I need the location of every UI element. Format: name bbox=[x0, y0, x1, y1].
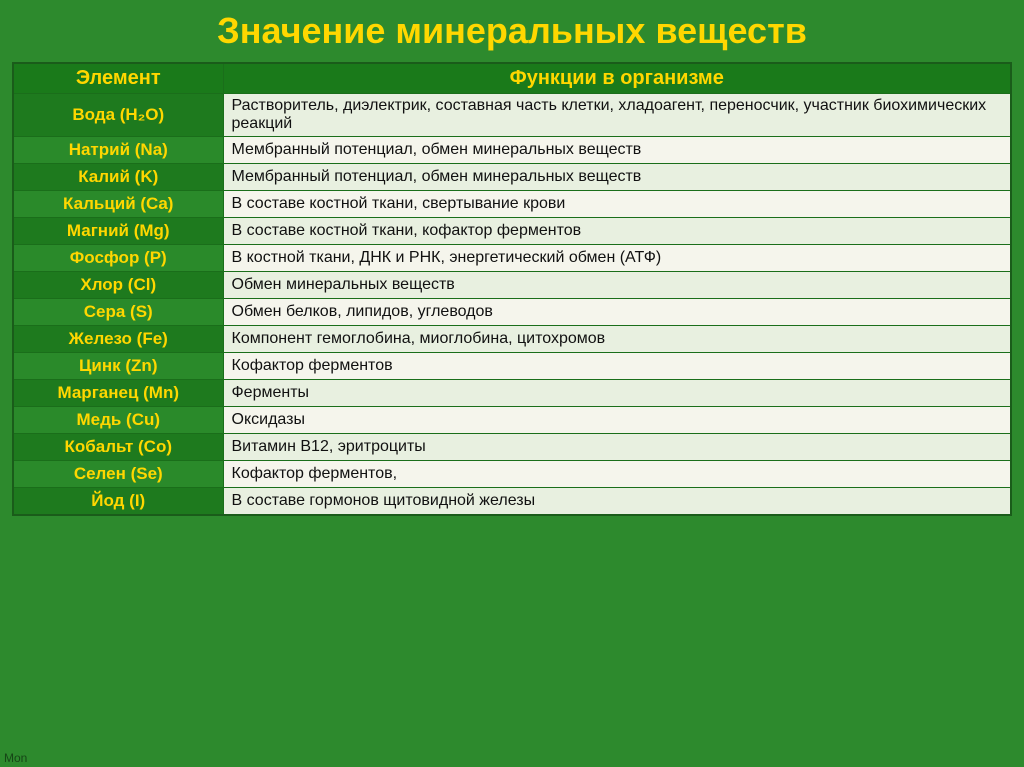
function-cell: Ферменты bbox=[223, 380, 1011, 407]
table-row: Натрий (Na)Мембранный потенциал, обмен м… bbox=[13, 137, 1011, 164]
function-cell: В составе костной ткани, кофактор фермен… bbox=[223, 218, 1011, 245]
table-header-row: Элемент Функции в организме bbox=[13, 63, 1011, 94]
element-cell: Кальций (Ca) bbox=[13, 191, 223, 218]
table-row: Фосфор (P)В костной ткани, ДНК и РНК, эн… bbox=[13, 245, 1011, 272]
element-cell: Хлор (Cl) bbox=[13, 272, 223, 299]
page-title: Значение минеральных веществ bbox=[217, 10, 807, 52]
table-row: Кальций (Ca)В составе костной ткани, све… bbox=[13, 191, 1011, 218]
table-row: Хлор (Cl)Обмен минеральных веществ bbox=[13, 272, 1011, 299]
element-cell: Натрий (Na) bbox=[13, 137, 223, 164]
table-row: Вода (H₂O)Растворитель, диэлектрик, сост… bbox=[13, 94, 1011, 137]
element-cell: Кобальт (Co) bbox=[13, 434, 223, 461]
function-cell: Кофактор ферментов bbox=[223, 353, 1011, 380]
minerals-table: Элемент Функции в организме Вода (H₂O)Ра… bbox=[12, 62, 1012, 516]
function-cell: В составе костной ткани, свертывание кро… bbox=[223, 191, 1011, 218]
element-cell: Магний (Mg) bbox=[13, 218, 223, 245]
table-row: Селен (Se)Кофактор ферментов, bbox=[13, 461, 1011, 488]
function-cell: В составе гормонов щитовидной железы bbox=[223, 488, 1011, 516]
table-row: Калий (K)Мембранный потенциал, обмен мин… bbox=[13, 164, 1011, 191]
function-cell: В костной ткани, ДНК и РНК, энергетическ… bbox=[223, 245, 1011, 272]
element-cell: Селен (Se) bbox=[13, 461, 223, 488]
table-body: Вода (H₂O)Растворитель, диэлектрик, сост… bbox=[13, 94, 1011, 516]
element-cell: Йод (I) bbox=[13, 488, 223, 516]
function-cell: Витамин В12, эритроциты bbox=[223, 434, 1011, 461]
table-row: Магний (Mg)В составе костной ткани, кофа… bbox=[13, 218, 1011, 245]
table-row: Сера (S)Обмен белков, липидов, углеводов bbox=[13, 299, 1011, 326]
element-cell: Калий (K) bbox=[13, 164, 223, 191]
table-row: Йод (I)В составе гормонов щитовидной жел… bbox=[13, 488, 1011, 516]
table-row: Кобальт (Co)Витамин В12, эритроциты bbox=[13, 434, 1011, 461]
function-cell: Мембранный потенциал, обмен минеральных … bbox=[223, 164, 1011, 191]
function-cell: Обмен минеральных веществ bbox=[223, 272, 1011, 299]
table-row: Медь (Cu)Оксидазы bbox=[13, 407, 1011, 434]
table-row: Марганец (Mn)Ферменты bbox=[13, 380, 1011, 407]
function-cell: Оксидазы bbox=[223, 407, 1011, 434]
table-row: Железо (Fe)Компонент гемоглобина, миогло… bbox=[13, 326, 1011, 353]
element-cell: Медь (Cu) bbox=[13, 407, 223, 434]
element-cell: Фосфор (P) bbox=[13, 245, 223, 272]
header-function: Функции в организме bbox=[223, 63, 1011, 94]
page-wrapper: Значение минеральных веществ Элемент Фун… bbox=[0, 0, 1024, 767]
function-cell: Обмен белков, липидов, углеводов bbox=[223, 299, 1011, 326]
bottom-label: Mon bbox=[0, 749, 31, 767]
function-cell: Кофактор ферментов, bbox=[223, 461, 1011, 488]
element-cell: Марганец (Mn) bbox=[13, 380, 223, 407]
element-cell: Сера (S) bbox=[13, 299, 223, 326]
element-cell: Цинк (Zn) bbox=[13, 353, 223, 380]
function-cell: Компонент гемоглобина, миоглобина, цитох… bbox=[223, 326, 1011, 353]
header-element: Элемент bbox=[13, 63, 223, 94]
function-cell: Растворитель, диэлектрик, составная част… bbox=[223, 94, 1011, 137]
element-cell: Железо (Fe) bbox=[13, 326, 223, 353]
function-cell: Мембранный потенциал, обмен минеральных … bbox=[223, 137, 1011, 164]
table-row: Цинк (Zn)Кофактор ферментов bbox=[13, 353, 1011, 380]
element-cell: Вода (H₂O) bbox=[13, 94, 223, 137]
